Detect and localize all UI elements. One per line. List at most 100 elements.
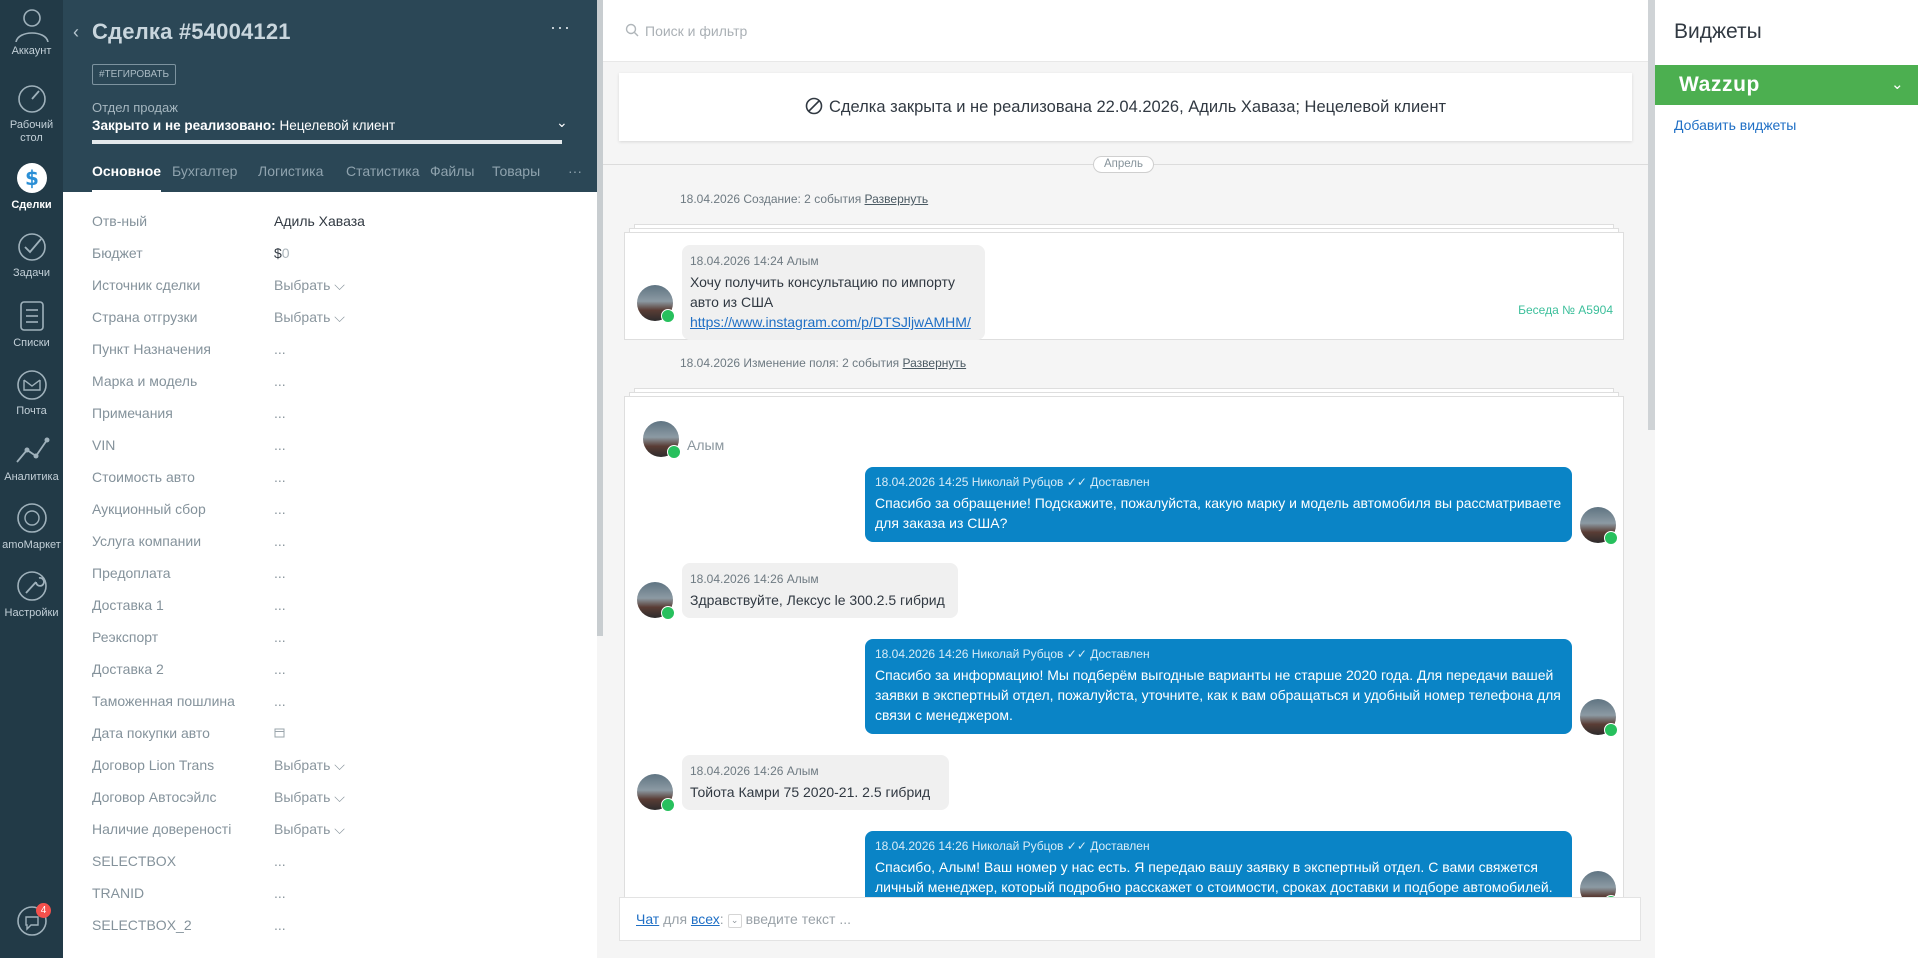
field-value[interactable]: ... (274, 853, 286, 869)
field-service: Услуга компании... (92, 530, 572, 562)
event-group-text: 18.04.2026 Создание: 2 события (680, 192, 865, 206)
chart-line-icon (15, 437, 49, 463)
field-value[interactable]: ... (274, 469, 286, 485)
select-source[interactable]: Выбрать ⌵ (274, 277, 345, 294)
nav-dashboard[interactable]: Рабочий стол (0, 82, 63, 145)
feed-scrollbar[interactable] (1648, 0, 1655, 430)
message-meta: 18.04.2026 14:26 Алым (690, 764, 819, 778)
expand-link[interactable]: Развернуть (865, 192, 929, 206)
tab-logistics[interactable]: Логистика (258, 163, 323, 179)
field-source: Источник сделки Выбрать ⌵ (92, 274, 572, 306)
field-value[interactable]: ... (274, 565, 286, 581)
chevron-down-icon[interactable]: ⌄ (727, 914, 742, 928)
field-car-price: Стоимость авто... (92, 466, 572, 498)
currency-sign: $ (274, 245, 282, 261)
message-text: Хочу получить консультацию по импорту ав… (690, 274, 956, 310)
chevron-down-icon[interactable]: ⌄ (1891, 75, 1904, 93)
field-purchase-date: Дата покупки авто (92, 722, 572, 754)
select-contract-lion[interactable]: Выбрать ⌵ (274, 757, 345, 774)
budget-value[interactable]: $0 (274, 245, 290, 261)
instagram-link[interactable]: https://www.instagram.com/p/DTSJljwAMHM/ (690, 312, 977, 332)
message-text: Тойота Камри 75 2020-21. 2.5 гибрид (690, 784, 931, 800)
feed-panel: Сделка закрыта и не реализована 22.04.20… (603, 0, 1655, 958)
field-tranid: TRANID... (92, 882, 572, 914)
message-incoming: 18.04.2026 14:26 Алым Здравствуйте, Лекс… (682, 563, 958, 618)
chevron-down-icon: ⌵ (334, 789, 345, 805)
mail-icon (16, 370, 47, 400)
search-bar (603, 0, 1648, 62)
tab-products[interactable]: Товары (492, 163, 540, 179)
nav-account-label: Аккаунт (11, 45, 52, 57)
tag-button[interactable]: #ТЕГИРОВАТЬ (92, 64, 177, 85)
nav-mail[interactable]: Почта (0, 368, 63, 418)
tab-accounting[interactable]: Бухгалтер (172, 163, 242, 179)
expand-link[interactable]: Развернуть (903, 356, 967, 370)
select-power-of-attorney[interactable]: Выбрать ⌵ (274, 821, 345, 838)
select-label: Выбрать (274, 309, 331, 325)
event-group-text: 18.04.2026 Изменение поля: 2 события (680, 356, 903, 370)
field-delivery-1: Доставка 1... (92, 594, 572, 626)
select-label: Выбрать (274, 277, 331, 293)
field-value[interactable]: ... (274, 885, 286, 901)
message-meta: 18.04.2026 14:26 Николай Рубцов ✓✓ Доста… (875, 647, 1150, 661)
calendar-icon[interactable] (274, 725, 285, 741)
tab-statistics[interactable]: Статистика (346, 163, 420, 179)
avatar (1580, 699, 1618, 737)
field-value[interactable]: ... (274, 501, 286, 517)
field-reexport: Реэкспорт... (92, 626, 572, 658)
tabs-more-button[interactable]: ··· (568, 163, 582, 179)
back-arrow-icon[interactable]: ‹ (73, 22, 79, 43)
field-label: Аукционный сбор (92, 501, 206, 517)
field-value[interactable]: ... (274, 437, 286, 453)
field-value[interactable]: ... (274, 373, 286, 389)
field-value[interactable]: ... (274, 341, 286, 357)
field-value[interactable]: ... (274, 533, 286, 549)
message-meta: 18.04.2026 14:25 Николай Рубцов ✓✓ Доста… (875, 475, 1150, 489)
pipeline-status[interactable]: Закрыто и не реализовано: Нецелевой клие… (92, 118, 395, 133)
user-icon (14, 9, 49, 42)
field-value[interactable]: ... (274, 693, 286, 709)
field-value[interactable]: ... (274, 405, 286, 421)
message-meta: 18.04.2026 14:24 Алым (690, 254, 819, 268)
nav-account[interactable]: Аккаунт (0, 6, 63, 58)
deal-menu-button[interactable]: ··· (550, 17, 571, 38)
nav-settings[interactable]: Настройки (0, 568, 63, 620)
tab-main[interactable]: Основное (92, 163, 162, 192)
nav-deals[interactable]: $ Сделки (0, 160, 63, 212)
chat-type-link[interactable]: Чат (636, 911, 659, 927)
select-contract-autosales[interactable]: Выбрать ⌵ (274, 789, 345, 806)
recipient-link[interactable]: всех (691, 911, 720, 927)
field-value[interactable]: Адиль Хаваза (274, 213, 365, 229)
wazzup-widget[interactable]: Wazzup ⌄ (1655, 65, 1918, 105)
field-label: TRANID (92, 885, 145, 901)
nav-tasks-label: Задачи (13, 267, 50, 279)
tab-files[interactable]: Файлы (430, 163, 474, 179)
list-icon (19, 301, 44, 331)
message-input[interactable] (745, 911, 1246, 927)
nav-analytics[interactable]: Аналитика (0, 434, 63, 484)
select-country[interactable]: Выбрать ⌵ (274, 309, 345, 326)
message-text: Спасибо, Алым! Ваш номер у нас есть. Я п… (875, 859, 1553, 895)
speedometer-icon (17, 85, 46, 113)
nav-notifications[interactable]: 4 (0, 903, 63, 942)
nav-tasks[interactable]: Задачи (0, 230, 63, 280)
field-label: Отв-ный (92, 213, 148, 229)
field-label: VIN (92, 437, 116, 453)
chevron-down-icon[interactable]: ⌄ (556, 114, 568, 131)
message-meta: 18.04.2026 14:26 Алым (690, 572, 819, 586)
nav-lists[interactable]: Списки (0, 298, 63, 350)
search-input[interactable] (645, 19, 1145, 43)
field-value[interactable]: ... (274, 597, 286, 613)
field-label: Наличие довереностi (92, 821, 232, 837)
field-value[interactable]: ... (274, 661, 286, 677)
field-responsible: Отв-ный Адиль Хаваза (92, 210, 572, 242)
nav-market[interactable]: amoМаркет (0, 500, 63, 552)
whatsapp-icon (661, 798, 675, 812)
add-widgets-link[interactable]: Добавить виджеты (1674, 117, 1796, 133)
field-value[interactable]: ... (274, 629, 286, 645)
nav-settings-label: Настройки (4, 607, 59, 619)
message-text: Спасибо за обращение! Подскажите, пожалу… (875, 495, 1562, 531)
conversation-number[interactable]: Беседа № A5904 (1518, 303, 1613, 317)
closed-banner-text: Сделка закрыта и не реализована 22.04.20… (828, 98, 1447, 116)
field-value[interactable]: ... (274, 917, 286, 933)
